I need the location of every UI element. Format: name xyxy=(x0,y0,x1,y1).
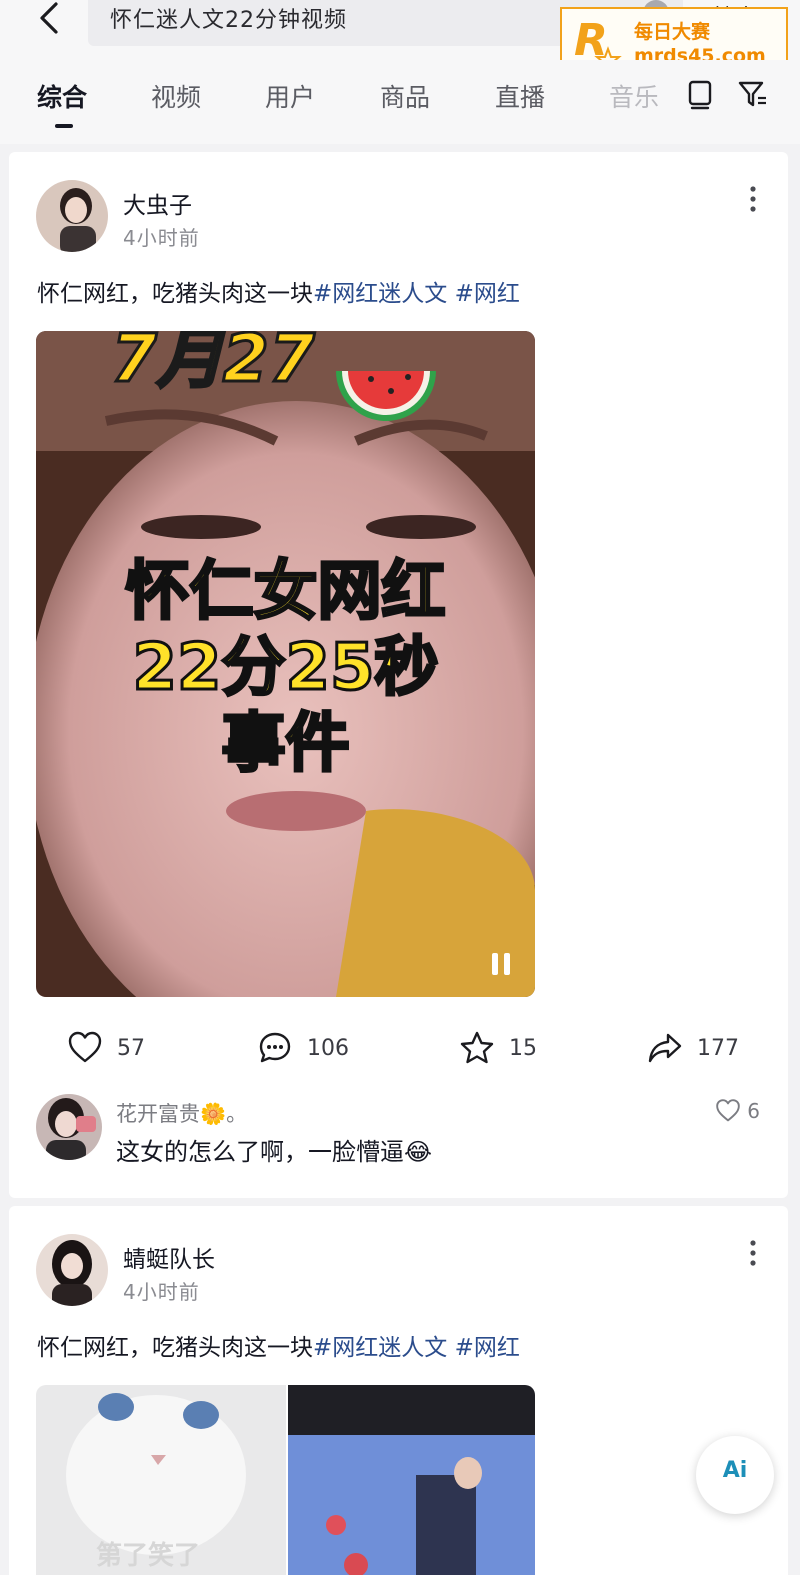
post-time: 4小时前 xyxy=(123,226,200,250)
caption-text: 怀仁网红，吃猪头肉这一块 xyxy=(37,281,313,307)
more-vertical-icon xyxy=(750,186,756,212)
watermark-title: 每日大赛 xyxy=(634,21,711,43)
pause-icon xyxy=(492,953,510,975)
share-count: 177 xyxy=(697,1035,739,1061)
video-date-overlay: 7月27 xyxy=(110,331,317,399)
favorite-button[interactable]: 15 xyxy=(459,1028,537,1068)
post-time: 4小时前 xyxy=(123,1280,200,1304)
hashtag[interactable]: #网红 xyxy=(455,281,520,307)
post-card[interactable]: 蜻蜓队长 4小时前 怀仁网红，吃猪头肉这一块#网红迷人文 #网红 第了笑了 xyxy=(9,1206,788,1575)
ai-label: Ai xyxy=(722,1458,748,1483)
tab-live[interactable]: 直播 xyxy=(495,78,545,114)
author-name[interactable]: 大虫子 xyxy=(123,186,192,220)
heart-icon xyxy=(68,1031,102,1063)
tab-users[interactable]: 用户 xyxy=(265,78,315,114)
post-card[interactable]: 大虫子 4小时前 怀仁网红，吃猪头肉这一块#网红迷人文 #网红 7月27 怀仁女… xyxy=(9,152,788,1198)
video-title-line-2: 22分25秒 xyxy=(131,630,440,707)
tab-all[interactable]: 综合 xyxy=(37,78,87,114)
layout-toggle-button[interactable] xyxy=(684,78,716,110)
thumbnail-overlay-text: 第了笑了 xyxy=(96,1541,201,1571)
pause-button[interactable] xyxy=(488,951,514,977)
comment-text: 这女的怎么了啊，一脸懵逼😂 xyxy=(116,1138,433,1166)
video-title-line-1: 怀仁女网红 xyxy=(124,554,447,631)
comment-button[interactable]: 106 xyxy=(257,1028,349,1068)
star-icon xyxy=(460,1031,494,1064)
search-tabs: 综合 视频 用户 商品 直播 音乐 xyxy=(0,60,800,144)
post-caption[interactable]: 怀仁网红，吃猪头肉这一块#网红迷人文 #网红 xyxy=(37,274,520,308)
avatar[interactable] xyxy=(36,1234,108,1306)
hashtag[interactable]: #网红迷人文 xyxy=(313,281,447,307)
tablet-icon xyxy=(688,80,712,110)
post-actions: 57 106 15 177 xyxy=(9,1028,788,1068)
avatar-photo xyxy=(36,1234,108,1306)
avatar[interactable] xyxy=(36,180,108,252)
comment-like-button[interactable]: 6 xyxy=(715,1098,760,1124)
video-thumbnail[interactable]: 7月27 怀仁女网红 22分25秒 事件 xyxy=(36,331,535,997)
post-caption[interactable]: 怀仁网红，吃猪头肉这一块#网红迷人文 #网红 xyxy=(37,1328,520,1362)
more-options-button[interactable] xyxy=(746,184,760,214)
heart-icon xyxy=(716,1099,741,1122)
hashtag[interactable]: #网红迷人文 xyxy=(313,1335,447,1361)
share-arrow-icon xyxy=(648,1033,682,1063)
back-button[interactable] xyxy=(30,0,70,40)
comment-count: 106 xyxy=(307,1035,349,1061)
like-button[interactable]: 57 xyxy=(67,1028,145,1068)
more-vertical-icon xyxy=(750,1240,756,1266)
author-name[interactable]: 蜻蜓队长 xyxy=(123,1240,215,1274)
tab-video[interactable]: 视频 xyxy=(151,78,201,114)
tab-products[interactable]: 商品 xyxy=(380,78,430,114)
comment-username[interactable]: 花开富贵🌼。 xyxy=(116,1098,247,1128)
favorite-count: 15 xyxy=(509,1035,537,1061)
hashtag[interactable]: #网红 xyxy=(455,1335,520,1361)
active-tab-indicator xyxy=(55,124,73,128)
filter-icon xyxy=(738,81,766,107)
svg-text:R: R xyxy=(574,15,608,66)
like-count: 57 xyxy=(117,1035,145,1061)
search-query: 怀仁迷人文22分钟视频 xyxy=(110,8,347,33)
comment-avatar[interactable] xyxy=(36,1094,102,1160)
more-options-button[interactable] xyxy=(746,1238,760,1268)
ai-assistant-button[interactable]: Ai xyxy=(696,1436,774,1514)
comment-icon xyxy=(259,1032,291,1063)
tab-music[interactable]: 音乐 xyxy=(609,78,659,114)
chevron-left-icon xyxy=(40,2,58,34)
share-button[interactable]: 177 xyxy=(647,1028,739,1068)
video-title-line-3: 事件 xyxy=(220,706,351,783)
video-thumbnail[interactable]: 第了笑了 xyxy=(36,1385,535,1575)
avatar-photo xyxy=(36,180,108,252)
filter-button[interactable] xyxy=(736,78,768,110)
comment-like-count: 6 xyxy=(747,1099,760,1123)
caption-text: 怀仁网红，吃猪头肉这一块 xyxy=(37,1335,313,1361)
comment-avatar-photo xyxy=(36,1094,102,1160)
